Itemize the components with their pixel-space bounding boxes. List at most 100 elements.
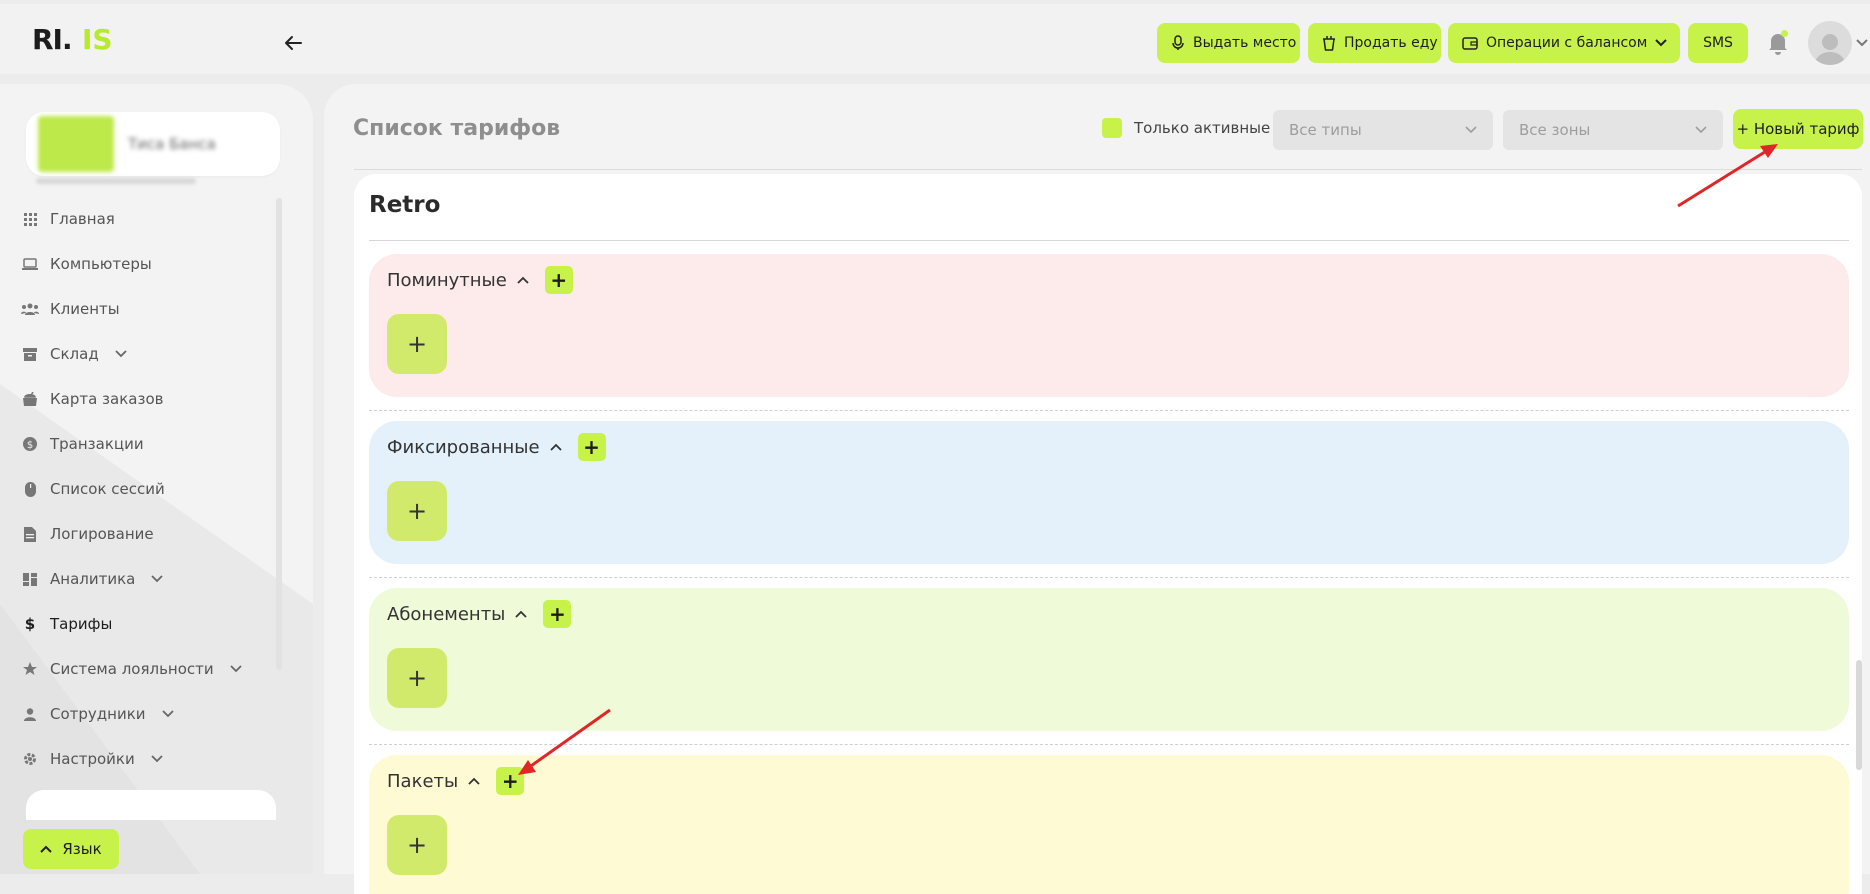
add-tariff-card-button[interactable]: + <box>387 815 447 875</box>
chevron-down-icon <box>230 665 242 673</box>
tariff-group-per-minute: Поминутные + + <box>369 254 1849 397</box>
chevron-up-icon <box>549 443 562 451</box>
collapse-toggle[interactable] <box>515 610 528 618</box>
main-scrollbar[interactable] <box>1856 660 1862 770</box>
chevron-down-icon <box>1465 126 1477 134</box>
sidebar-item-computers[interactable]: Компьютеры <box>20 249 152 279</box>
top-bar: RI. IS Выдать место Продать еду Операции… <box>0 4 1870 74</box>
sidebar-item-loyalty[interactable]: Система лояльности <box>20 654 242 684</box>
zone-select-value: Все зоны <box>1519 121 1591 139</box>
laptop-icon <box>22 258 38 270</box>
balance-operations-label: Операции с балансом <box>1486 35 1648 51</box>
collapse-toggle[interactable] <box>549 443 562 451</box>
sidebar-item-label: Транзакции <box>50 435 144 453</box>
sell-food-label: Продать еду <box>1344 35 1438 51</box>
add-tariff-small-button[interactable]: + <box>496 767 525 795</box>
give-seat-label: Выдать место <box>1193 35 1297 51</box>
sidebar-item-label: Клиенты <box>50 300 120 318</box>
chevron-down-icon <box>115 350 127 358</box>
checkbox-box[interactable] <box>1102 118 1122 138</box>
zone-card: Retro Поминутные + + Фиксированные + + А… <box>354 174 1862 894</box>
svg-text:RI.: RI. <box>32 23 72 56</box>
main-panel: Список тарифов Только активные Все типы … <box>324 84 1870 894</box>
sidebar-item-label: Тарифы <box>50 615 113 633</box>
chevron-up-icon <box>517 276 529 284</box>
add-tariff-card-button[interactable]: + <box>387 481 447 541</box>
sidebar-item-label: Аналитика <box>50 570 136 588</box>
add-tariff-small-button[interactable]: + <box>544 266 573 294</box>
sidebar-item-warehouse[interactable]: Склад <box>20 339 127 369</box>
avatar <box>1808 21 1852 65</box>
gear-icon <box>24 753 36 765</box>
file-icon <box>24 526 36 542</box>
star-icon <box>23 662 37 675</box>
chevron-down-icon <box>151 755 163 763</box>
chevron-down-icon <box>1695 126 1707 134</box>
sidebar-item-label: Система лояльности <box>50 660 214 678</box>
header-divider <box>354 169 1862 170</box>
only-active-checkbox[interactable]: Только активные <box>1102 118 1270 138</box>
club-selector[interactable]: Тиса Банса <box>26 112 280 176</box>
new-tariff-button[interactable]: + Новый тариф <box>1733 109 1863 149</box>
food-icon <box>23 392 37 406</box>
language-label: Язык <box>62 840 102 858</box>
users-icon <box>21 303 39 315</box>
sidebar-item-sessions[interactable]: Список сессий <box>20 474 165 504</box>
club-subtitle <box>36 178 196 184</box>
group-separator <box>369 577 1849 578</box>
sidebar-item-label: Компьютеры <box>50 255 152 273</box>
chevron-down-icon <box>161 710 174 718</box>
group-separator <box>369 410 1849 411</box>
sidebar-item-label: Сотрудники <box>50 705 146 723</box>
add-tariff-card-button[interactable]: + <box>387 648 447 708</box>
sidebar-item-label: Список сессий <box>50 480 165 498</box>
language-button[interactable]: Язык <box>23 829 119 869</box>
sidebar-item-clients[interactable]: Клиенты <box>20 294 120 324</box>
user-menu[interactable] <box>1808 20 1870 66</box>
grid-icon <box>23 212 37 226</box>
sidebar: Тиса Банса Главная Компьютеры Клиенты Ск… <box>0 84 313 874</box>
zone-divider <box>369 240 1849 241</box>
svg-text:IS: IS <box>82 23 113 56</box>
sidebar-item-settings[interactable]: Настройки <box>20 744 163 774</box>
sms-button[interactable]: SMS <box>1688 23 1748 63</box>
collapse-toggle[interactable] <box>517 276 529 284</box>
sidebar-item-tariffs[interactable]: $ Тарифы <box>20 609 113 639</box>
tariff-group-subscriptions: Абонементы + + <box>369 588 1849 731</box>
sidebar-item-analytics[interactable]: Аналитика <box>20 564 163 594</box>
tariff-group-fixed: Фиксированные + + <box>369 421 1849 564</box>
brand-logo[interactable]: RI. IS <box>32 22 128 56</box>
add-tariff-small-button[interactable]: + <box>577 433 606 461</box>
add-tariff-card-button[interactable]: + <box>387 314 447 374</box>
mouse-icon <box>24 481 36 497</box>
sidebar-item-transactions[interactable]: $ Транзакции <box>20 429 144 459</box>
collapse-toggle[interactable] <box>468 777 480 785</box>
back-arrow-button[interactable] <box>278 28 308 58</box>
type-select[interactable]: Все типы <box>1273 110 1493 150</box>
group-separator <box>369 744 1849 745</box>
notification-dot <box>1781 30 1788 37</box>
user-icon <box>24 707 36 721</box>
group-title: Поминутные <box>387 269 507 291</box>
give-seat-button[interactable]: Выдать место <box>1157 23 1300 63</box>
dollar-icon: $ <box>24 615 36 633</box>
sidebar-item-logging[interactable]: Логирование <box>20 519 154 549</box>
sidebar-item-order-map[interactable]: Карта заказов <box>20 384 163 414</box>
page-title: Список тарифов <box>353 116 561 141</box>
dashboard-icon <box>23 572 37 586</box>
arrow-left-icon <box>285 36 302 50</box>
add-tariff-small-button[interactable]: + <box>543 600 572 628</box>
sidebar-item-label: Склад <box>50 345 99 363</box>
sidebar-item-label: Настройки <box>50 750 135 768</box>
sms-label: SMS <box>1703 35 1733 51</box>
sidebar-item-employees[interactable]: Сотрудники <box>20 699 174 729</box>
wallet-icon <box>1462 37 1478 50</box>
notifications-button[interactable] <box>1763 28 1793 58</box>
chevron-down-icon <box>1856 39 1868 47</box>
balance-operations-dropdown[interactable]: Операции с балансом <box>1448 23 1680 63</box>
sidebar-scrollbar[interactable] <box>276 198 282 670</box>
sidebar-item-label: Главная <box>50 210 115 228</box>
zone-select[interactable]: Все зоны <box>1503 110 1723 150</box>
sell-food-button[interactable]: Продать еду <box>1308 23 1441 63</box>
sidebar-item-home[interactable]: Главная <box>20 204 115 234</box>
